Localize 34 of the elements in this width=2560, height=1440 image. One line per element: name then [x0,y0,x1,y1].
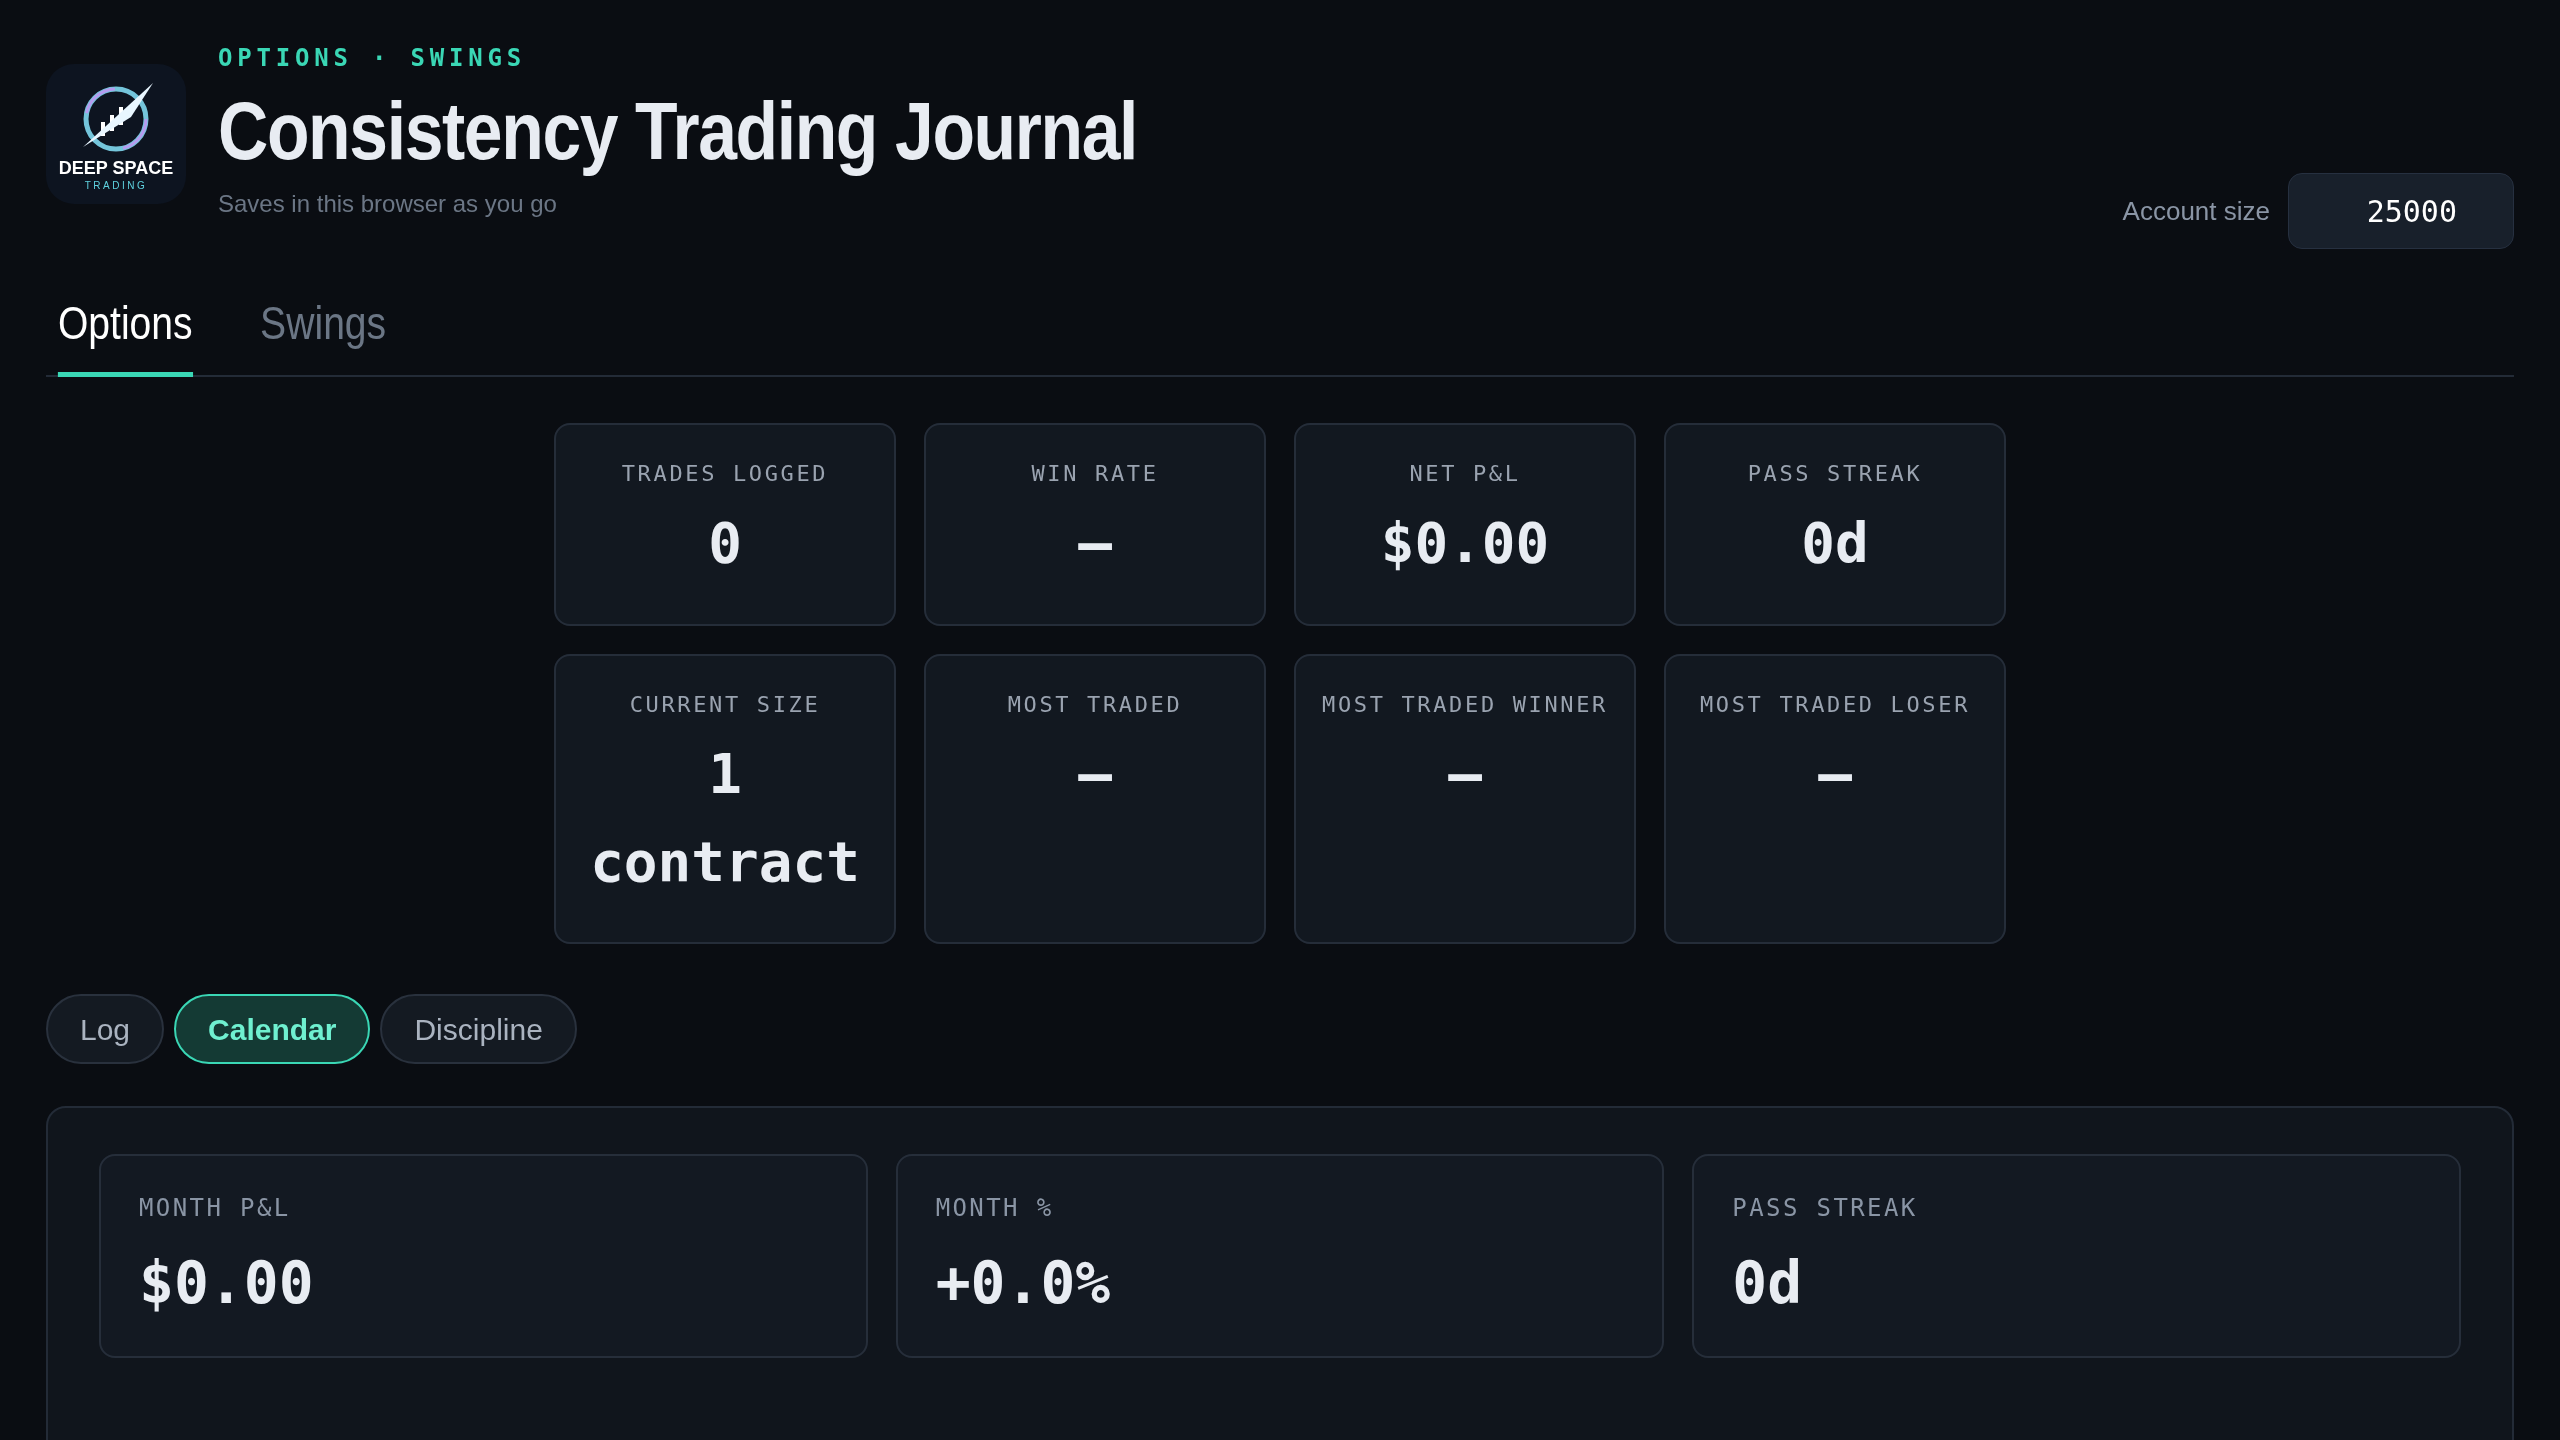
stat-value: 1 contract [589,740,861,896]
stat-value: $0.00 [1380,509,1550,577]
subtitle: Saves in this browser as you go [218,189,558,220]
stat-label: CURRENT SIZE [629,691,821,719]
summary-value: $0.00 [139,1248,315,1319]
stat-label: NET P&L [1409,460,1521,488]
summary-label: PASS STREAK [1732,1193,1919,1224]
summary-label: MONTH P&L [139,1193,292,1224]
stat-label: TRADES LOGGED [621,460,829,488]
stat-label: MOST TRADED WINNER [1322,691,1608,719]
stat-value: — [1818,740,1852,808]
summary-value: +0.0% [935,1248,1112,1319]
summary-value: 0d [1732,1248,1804,1319]
tab[interactable]: Swings [259,289,386,377]
stat-label: MOST TRADED [1007,691,1183,719]
stat-value: 0d [1801,509,1869,577]
logo-title: DEEP SPACE [58,157,174,180]
stat-value: — [1448,740,1482,808]
stat-label: WIN RATE [1031,460,1159,488]
view-button[interactable]: Discipline [380,994,577,1064]
summary-label: MONTH % [935,1193,1055,1224]
stat-label: MOST TRADED LOSER [1699,691,1971,719]
stat-value: 0 [708,509,742,577]
view-button[interactable]: Calendar [174,994,371,1064]
view-button[interactable]: Log [46,994,165,1064]
eyebrow: OPTIONS · SWINGS [218,43,527,74]
stat-value: — [1078,740,1112,808]
tab[interactable]: Options [57,289,193,377]
account-size-label: Account size [2122,194,2270,228]
stat-value: — [1078,509,1112,577]
stat-label: PASS STREAK [1747,460,1923,488]
page-title: Consistency Trading Journal [218,84,1137,178]
logo-subtitle: TRADING [84,179,148,192]
account-size-field[interactable]: 25000 [2288,173,2514,249]
